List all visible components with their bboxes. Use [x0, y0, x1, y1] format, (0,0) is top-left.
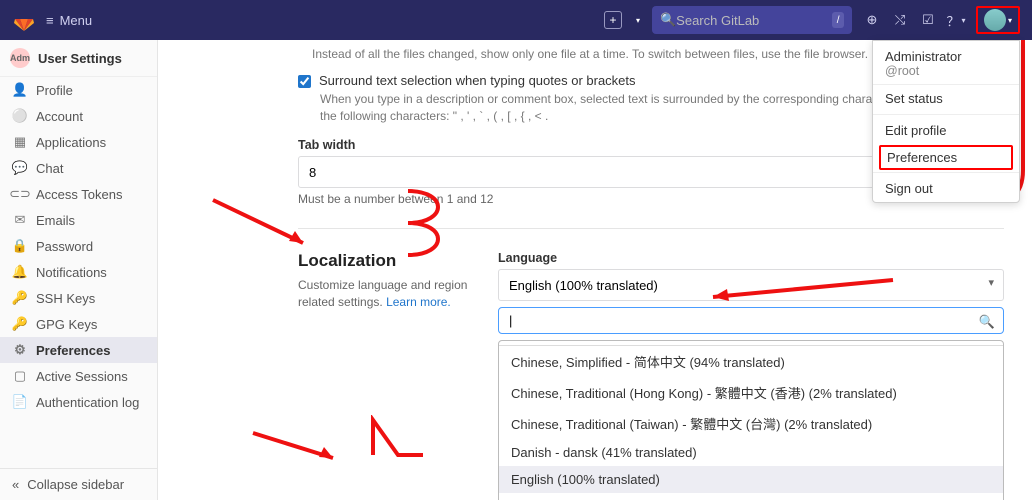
- sidebar-icon: ⊂⊃: [12, 186, 28, 202]
- sidebar-item-label: Applications: [36, 135, 106, 150]
- search-input[interactable]: [676, 13, 826, 28]
- sidebar-item-password[interactable]: 🔒 Password: [0, 233, 157, 259]
- user-menu-set-status[interactable]: Set status: [873, 85, 1019, 112]
- sidebar-item-account[interactable]: ⚪ Account: [0, 103, 157, 129]
- localization-desc: Customize language and region related se…: [298, 277, 482, 311]
- avatar: [984, 9, 1006, 31]
- language-search-box[interactable]: 🔍: [498, 307, 1004, 334]
- language-option[interactable]: Chinese, Simplified - 简体中文 (94% translat…: [499, 346, 1003, 377]
- user-menu: Administrator @root Set status Edit prof…: [872, 40, 1020, 203]
- sidebar-item-label: Preferences: [36, 343, 110, 358]
- sidebar-item-label: SSH Keys: [36, 291, 95, 306]
- sidebar-item-emails[interactable]: ✉ Emails: [0, 207, 157, 233]
- sidebar-item-label: Profile: [36, 83, 73, 98]
- language-option[interactable]: Danish - dansk (41% translated): [499, 439, 1003, 466]
- language-dropdown: Chinese, Simplified - 简体中文 (94% translat…: [498, 340, 1004, 500]
- sidebar: Adm User Settings 👤 Profile ⚪ Account ▦ Appli…: [0, 40, 158, 500]
- user-menu-name: Administrator: [885, 49, 1007, 64]
- sidebar-header[interactable]: Adm User Settings: [0, 40, 157, 77]
- sidebar-item-label: Access Tokens: [36, 187, 122, 202]
- sidebar-icon: 🔒: [12, 238, 28, 254]
- surround-label: Surround text selection when typing quot…: [319, 73, 636, 88]
- sidebar-item-profile[interactable]: 👤 Profile: [0, 77, 157, 103]
- language-search-input[interactable]: [509, 313, 975, 328]
- sidebar-item-authentication-log[interactable]: 📄 Authentication log: [0, 389, 157, 415]
- user-menu-handle: @root: [885, 64, 1007, 78]
- sidebar-item-applications[interactable]: ▦ Applications: [0, 129, 157, 155]
- language-option[interactable]: Chinese, Traditional (Taiwan) - 繁體中文 (台灣…: [499, 408, 1003, 439]
- collapse-sidebar[interactable]: « Collapse sidebar: [0, 468, 157, 500]
- sidebar-icon: ✉: [12, 212, 28, 228]
- search-box[interactable]: 🔍 /: [652, 6, 852, 34]
- issues-icon[interactable]: ⊕: [864, 12, 880, 28]
- sidebar-item-label: Chat: [36, 161, 63, 176]
- sidebar-item-preferences[interactable]: ⚙ Preferences: [0, 337, 157, 363]
- merge-request-icon[interactable]: ⤭: [892, 12, 908, 28]
- sidebar-item-label: GPG Keys: [36, 317, 97, 332]
- todo-icon[interactable]: ☑: [920, 12, 936, 28]
- sidebar-icon: ▦: [12, 134, 28, 150]
- language-option[interactable]: French - français (10% translated): [499, 493, 1003, 500]
- sidebar-item-active-sessions[interactable]: ▢ Active Sessions: [0, 363, 157, 389]
- sidebar-item-access-tokens[interactable]: ⊂⊃ Access Tokens: [0, 181, 157, 207]
- topbar: ≡ Menu +▾ 🔍 / ⊕ ⤭ ☑ ？▾ ▾: [0, 0, 1032, 40]
- sidebar-icon: 💬: [12, 160, 28, 176]
- sidebar-title: User Settings: [38, 51, 122, 66]
- help-icon[interactable]: ？▾: [948, 12, 964, 28]
- menu-button[interactable]: ≡ Menu: [46, 13, 92, 28]
- gitlab-logo: [12, 8, 36, 32]
- avatar-dropdown[interactable]: ▾: [976, 6, 1020, 34]
- surround-checkbox[interactable]: [298, 75, 311, 88]
- user-menu-preferences[interactable]: Preferences: [879, 145, 1013, 170]
- sidebar-item-notifications[interactable]: 🔔 Notifications: [0, 259, 157, 285]
- sidebar-item-gpg-keys[interactable]: 🔑 GPG Keys: [0, 311, 157, 337]
- language-option[interactable]: Chinese, Traditional (Hong Kong) - 繁體中文 …: [499, 377, 1003, 408]
- sidebar-icon: 🔑: [12, 290, 28, 306]
- localization-learn-more[interactable]: Learn more.: [386, 295, 451, 309]
- sidebar-item-label: Notifications: [36, 265, 107, 280]
- sidebar-icon: 👤: [12, 82, 28, 98]
- language-select[interactable]: English (100% translated): [498, 269, 1004, 301]
- sidebar-icon: ▢: [12, 368, 28, 384]
- user-menu-sign-out[interactable]: Sign out: [873, 175, 1019, 202]
- search-kbd-hint: /: [832, 12, 844, 28]
- search-icon: 🔍: [660, 12, 676, 28]
- language-option[interactable]: English (100% translated): [499, 466, 1003, 493]
- sidebar-item-label: Emails: [36, 213, 75, 228]
- search-icon: 🔍: [979, 314, 995, 330]
- collapse-label: Collapse sidebar: [27, 477, 124, 492]
- menu-label: Menu: [60, 13, 93, 28]
- sidebar-item-label: Password: [36, 239, 93, 254]
- sidebar-item-label: Account: [36, 109, 83, 124]
- sidebar-icon: ⚙: [12, 342, 28, 358]
- sidebar-icon: ⚪: [12, 108, 28, 124]
- user-menu-edit-profile[interactable]: Edit profile: [873, 117, 1019, 144]
- sidebar-item-chat[interactable]: 💬 Chat: [0, 155, 157, 181]
- sidebar-avatar: Adm: [10, 48, 30, 68]
- new-button[interactable]: +: [604, 11, 622, 29]
- sidebar-icon: 🔑: [12, 316, 28, 332]
- language-label: Language: [498, 251, 1004, 265]
- sidebar-item-label: Authentication log: [36, 395, 139, 410]
- sidebar-icon: 🔔: [12, 264, 28, 280]
- localization-title: Localization: [298, 251, 482, 271]
- sidebar-item-ssh-keys[interactable]: 🔑 SSH Keys: [0, 285, 157, 311]
- sidebar-icon: 📄: [12, 394, 28, 410]
- sidebar-item-label: Active Sessions: [36, 369, 128, 384]
